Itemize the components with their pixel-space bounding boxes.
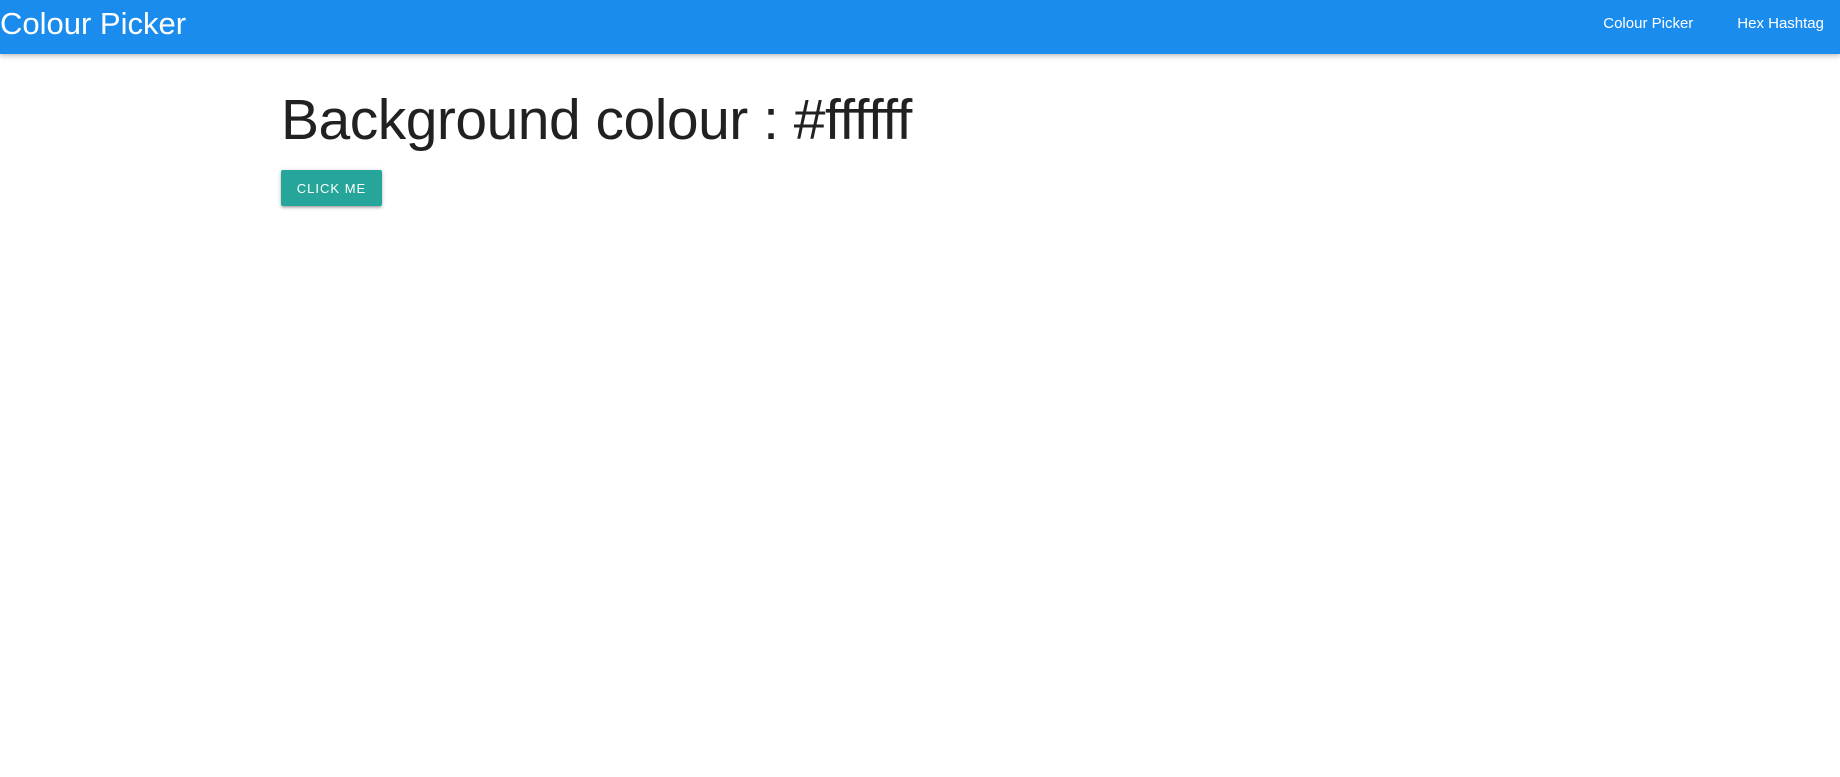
click-me-button[interactable]: CLICK ME	[281, 170, 382, 206]
nav-links: Colour Picker Hex Hashtag	[1589, 0, 1838, 46]
background-colour-heading: Background colour : #ffffff	[281, 88, 912, 152]
main-content: Background colour : #ffffff CLICK ME	[281, 84, 912, 206]
top-navbar: Colour Picker Colour Picker Hex Hashtag	[0, 0, 1840, 54]
nav-link-colour-picker[interactable]: Colour Picker	[1589, 15, 1723, 32]
nav-link-hex-hashtag[interactable]: Hex Hashtag	[1723, 15, 1838, 32]
brand-logo-link[interactable]: Colour Picker	[0, 6, 186, 42]
